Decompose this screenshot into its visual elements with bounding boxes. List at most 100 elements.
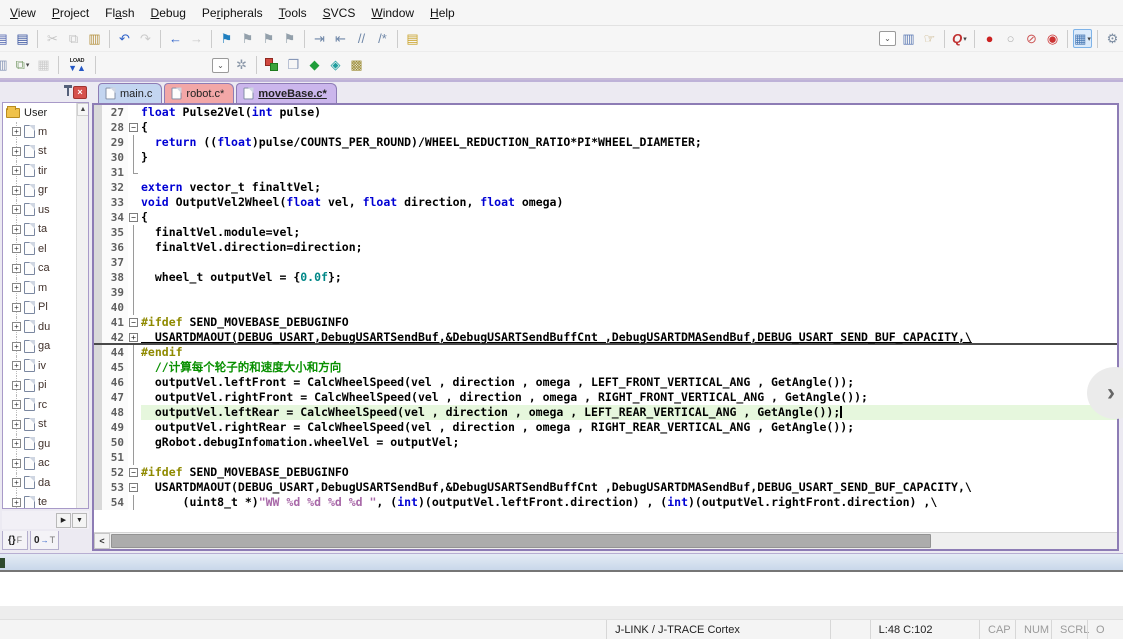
run-to-line-hand-icon[interactable]: ☞ [920,29,939,48]
kill-all-breakpoints-icon[interactable]: ◉ [1043,29,1062,48]
bookmark-prev-icon[interactable]: ⚑ [238,29,257,48]
tree-vertical-scrollbar[interactable]: ▲ [76,103,88,508]
scroll-left-icon[interactable]: < [94,533,110,549]
fold-column[interactable]: + [128,330,141,343]
fold-column[interactable]: − [128,465,141,480]
fold-column[interactable]: − [128,315,141,330]
breakpoint-enable-icon[interactable]: ○ [1001,29,1020,48]
code-line-32[interactable]: 32extern vector_t finaltVel; [94,180,1117,195]
code-line-27[interactable]: 27float Pulse2Vel(int pulse) [94,105,1117,120]
file-tab-moveBasec[interactable]: moveBase.c* [236,83,337,103]
code-line-45[interactable]: 45 //计算每个轮子的和速度大小和方向 [94,360,1117,375]
manage-project-items-icon[interactable] [263,56,281,74]
breakpoint-toggle-icon[interactable]: ● [980,29,999,48]
undo-icon[interactable]: ↶ [115,29,134,48]
code-editor[interactable]: 27float Pulse2Vel(int pulse)28−{29 retur… [92,103,1119,551]
menu-item-debug[interactable]: Debug [143,2,194,24]
cut-icon[interactable]: ✂ [43,29,62,48]
fold-open-icon[interactable]: − [129,468,138,477]
code-line-44[interactable]: 44#endif [94,345,1117,360]
debug-windows-icon[interactable]: ▦▾ [1073,29,1092,48]
code-line-34[interactable]: 34−{ [94,210,1117,225]
uncomment-icon[interactable]: /* [373,29,392,48]
fold-column[interactable]: − [128,210,141,225]
comment-icon[interactable]: // [352,29,371,48]
fold-open-icon[interactable]: − [129,123,138,132]
rebuild-icon[interactable]: ▦ [34,56,53,75]
scroll-down-icon[interactable]: ▼ [72,513,87,528]
scrollbar-thumb[interactable] [111,534,931,548]
fold-column[interactable]: − [128,480,141,495]
code-line-30[interactable]: 30} [94,150,1117,165]
code-line-37[interactable]: 37 [94,255,1117,270]
editor-horizontal-scrollbar[interactable]: < [94,532,1117,549]
code-line-53[interactable]: 53− USARTDMAOUT(DEBUG_USART,DebugUSARTSe… [94,480,1117,495]
fold-open-icon[interactable]: − [129,318,138,327]
menu-item-project[interactable]: Project [44,2,97,24]
fold-closed-icon[interactable]: + [129,333,138,342]
code-line-39[interactable]: 39 [94,285,1117,300]
breakpoint-disable-icon[interactable]: ⊘ [1022,29,1041,48]
multi-project-icon[interactable]: ◆ [305,56,324,75]
menu-item-window[interactable]: Window [363,2,422,24]
bookmark-next-icon[interactable]: ⚑ [259,29,278,48]
menu-item-flash[interactable]: Flash [97,2,142,24]
fold-open-icon[interactable]: − [129,483,138,492]
scroll-up-icon[interactable]: ▲ [77,103,89,116]
auto-hide-pin-icon[interactable] [67,88,69,96]
menu-item-help[interactable]: Help [422,2,463,24]
options-for-target-wand-icon[interactable]: ✲ [232,56,251,75]
code-line-49[interactable]: 49 outputVel.rightRear = CalcWheelSpeed(… [94,420,1117,435]
bookmark-toggle-icon[interactable]: ⚑ [217,29,236,48]
file-tab-mainc[interactable]: main.c [98,83,162,103]
code-line-54[interactable]: 54 (uint8_t *)"WW %d %d %d %d ", (int)(o… [94,495,1117,510]
code-line-41[interactable]: 41−#ifdef SEND_MOVEBASE_DEBUGINFO [94,315,1117,330]
properties-icon[interactable]: ▤ [403,29,422,48]
fold-open-icon[interactable]: − [129,213,138,222]
configure-wrench-icon[interactable]: ⚙ [1103,29,1122,48]
menu-item-peripherals[interactable]: Peripherals [194,2,271,24]
file-extensions-icon[interactable]: ❒ [284,56,303,75]
bookmark-clear-icon[interactable]: ⚑ [280,29,299,48]
menu-item-tools[interactable]: Tools [271,2,315,24]
indent-icon[interactable]: ⇥ [310,29,329,48]
analysis-windows-icon[interactable]: Q▾ [950,29,969,48]
templates-tab[interactable]: 0→T [30,531,59,550]
code-line-48[interactable]: 48 outputVel.leftRear = CalcWheelSpeed(v… [94,405,1117,420]
code-line-50[interactable]: 50 gRobot.debugInfomation.wheelVel = out… [94,435,1117,450]
find-text-dropdown[interactable]: ⌄ [879,31,896,46]
fold-column[interactable]: − [128,120,141,135]
file-tab-robotc[interactable]: robot.c* [164,83,234,103]
redo-icon[interactable]: ↷ [136,29,155,48]
code-line-28[interactable]: 28−{ [94,120,1117,135]
navigate-back-icon[interactable]: ← [166,29,185,48]
find-in-files-icon[interactable]: ▥ [899,29,918,48]
code-line-46[interactable]: 46 outputVel.leftFront = CalcWheelSpeed(… [94,375,1117,390]
unindent-icon[interactable]: ⇤ [331,29,350,48]
code-line-51[interactable]: 51 [94,450,1117,465]
code-line-29[interactable]: 29 return ((float)pulse/COUNTS_PER_ROUND… [94,135,1117,150]
code-line-31[interactable]: 31 [94,165,1117,180]
functions-tab[interactable]: {}F [2,531,28,550]
code-line-35[interactable]: 35 finaltVel.module=vel; [94,225,1117,240]
code-line-33[interactable]: 33void OutputVel2Wheel(float vel, float … [94,195,1117,210]
menu-item-svcs[interactable]: SVCS [315,2,364,24]
download-load-icon[interactable]: LOAD▼▲ [65,55,89,75]
copy-icon[interactable]: ⧉ [64,29,83,48]
manage-runtime-environment-icon[interactable]: ◈ [326,56,345,75]
save-all-icon[interactable]: ▤ [13,29,32,48]
code-line-38[interactable]: 38 wheel_t outputVel = {0.0f}; [94,270,1117,285]
translate-icon[interactable]: ▥ [0,56,11,75]
scroll-right-icon[interactable]: ▶ [56,513,71,528]
build-icon[interactable]: ⧉▾ [13,56,32,75]
code-line-47[interactable]: 47 outputVel.rightFront = CalcWheelSpeed… [94,390,1117,405]
code-line-36[interactable]: 36 finaltVel.direction=direction; [94,240,1117,255]
menu-item-view[interactable]: View [2,2,44,24]
code-line-40[interactable]: 40 [94,300,1117,315]
save-icon[interactable]: ▤ [0,29,11,48]
target-select-dropdown[interactable]: ⌄ [212,58,229,73]
code-line-42[interactable]: 42+ USARTDMAOUT(DEBUG_USART,DebugUSARTSe… [94,330,1117,345]
paste-icon[interactable]: ▥ [85,29,104,48]
pack-installer-icon[interactable]: ▩ [347,56,366,75]
close-icon[interactable]: × [73,86,87,99]
